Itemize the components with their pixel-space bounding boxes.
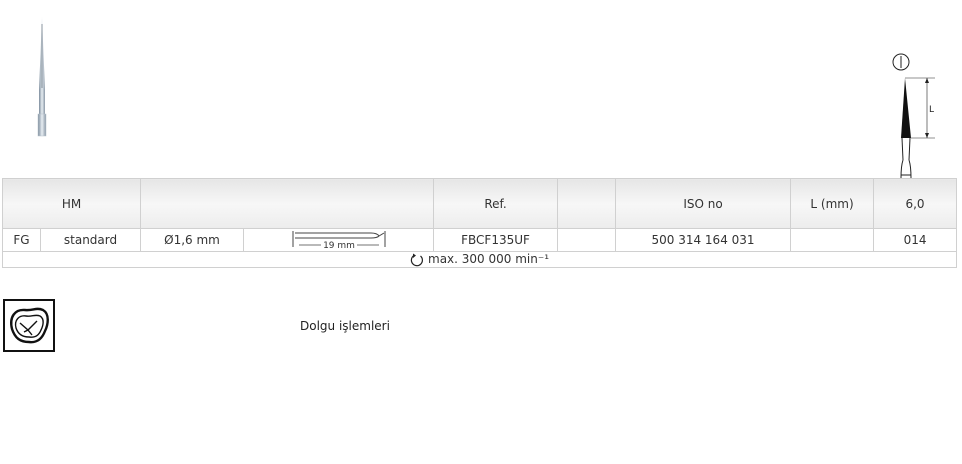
application-label: Dolgu işlemleri (300, 319, 390, 333)
iso-header: ISO no (615, 178, 792, 229)
speed-cell: max. 300 000 min⁻¹ (1, 251, 958, 268)
type-cell: standard (39, 228, 142, 252)
max-speed-text: max. 300 000 min⁻¹ (428, 252, 549, 267)
bur-dimension-diagram: L (892, 53, 935, 178)
diameter-cell: Ø1,6 mm (140, 228, 245, 252)
table-row: FG standard Ø1,6 mm 19 mm FBCF135UF 500 … (2, 228, 958, 252)
shank-type-cell: FG (2, 228, 41, 252)
length-value-header: 6,0 (873, 178, 958, 229)
length-marker: L (929, 105, 934, 115)
ref-header: Ref. (433, 178, 559, 229)
shank-drawing-cell: 19 mm (243, 228, 435, 252)
tooth-filling-icon (3, 299, 55, 352)
product-spec-table: HM Ref. ISO no L (mm) 6,0 FG standard Ø1… (1, 178, 958, 268)
shank-length-label: 19 mm (323, 241, 355, 250)
blank-header (557, 178, 617, 229)
iso-cell: 500 314 164 031 (615, 228, 792, 252)
ref-cell: FBCF135UF (433, 228, 559, 252)
speed-row: max. 300 000 min⁻¹ (1, 251, 958, 268)
rotation-icon (410, 253, 423, 266)
length-header: L (mm) (790, 178, 875, 229)
table-header-row: HM Ref. ISO no L (mm) 6,0 (1, 178, 958, 229)
size-cell: 014 (873, 228, 958, 252)
empty-header (140, 178, 435, 229)
blank-cell (557, 228, 617, 252)
shank-length-drawing: 19 mm (292, 231, 386, 250)
empty-cell (790, 228, 875, 252)
material-header: HM (1, 178, 142, 229)
bur-product-image (37, 17, 47, 137)
